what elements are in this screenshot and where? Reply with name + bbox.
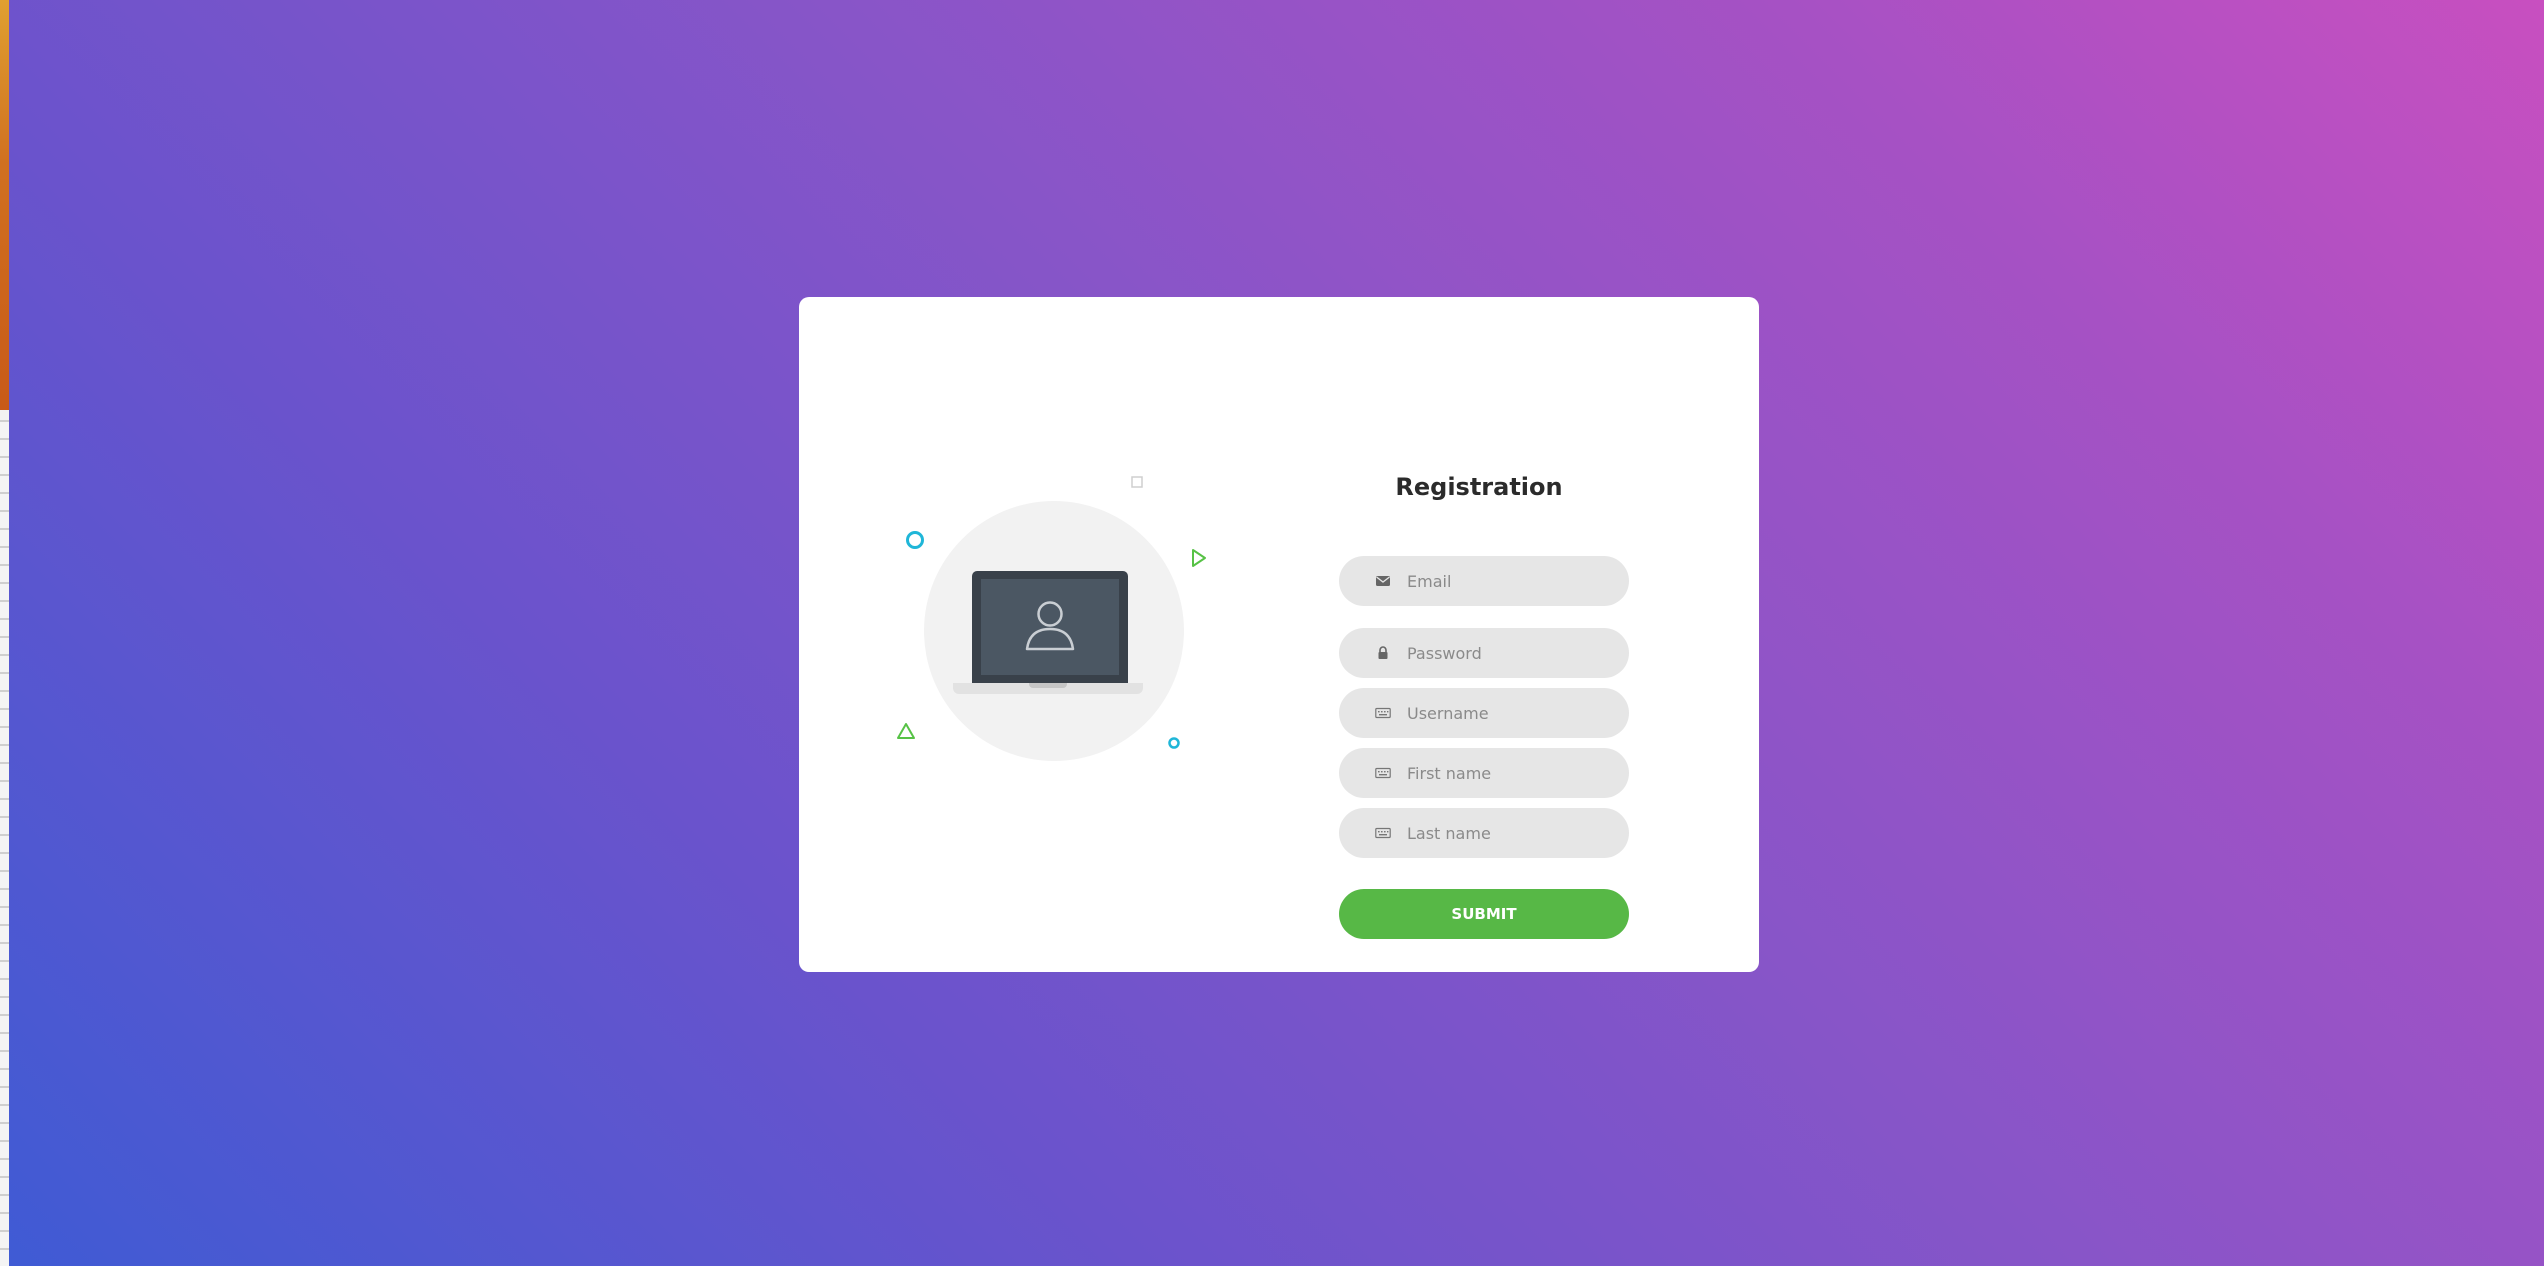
keyboard-icon (1375, 707, 1391, 719)
laptop-notch (1029, 683, 1067, 688)
background-window-edge-top (0, 0, 9, 410)
background-window-edge (0, 0, 9, 1266)
keyboard-icon (1375, 827, 1391, 839)
circle-deco-icon (906, 531, 924, 549)
lock-icon (1378, 646, 1388, 659)
square-deco-icon (1131, 476, 1143, 488)
password-input[interactable] (1407, 628, 1607, 678)
password-field[interactable] (1339, 628, 1629, 678)
first-name-field[interactable] (1339, 748, 1629, 798)
triangle-deco-icon (897, 723, 915, 739)
play-triangle-deco-icon (1192, 549, 1206, 567)
first-name-input[interactable] (1407, 748, 1607, 798)
laptop-icon (972, 571, 1128, 683)
email-field[interactable] (1339, 556, 1629, 606)
username-field[interactable] (1339, 688, 1629, 738)
user-icon (1025, 601, 1075, 651)
last-name-field[interactable] (1339, 808, 1629, 858)
username-input[interactable] (1407, 688, 1607, 738)
small-circle-deco-icon (1168, 737, 1180, 749)
email-input[interactable] (1407, 556, 1607, 606)
envelope-icon (1376, 576, 1390, 586)
registration-card: Registration Email Username First name L… (799, 297, 1759, 972)
submit-button[interactable]: SUBMIT (1339, 889, 1629, 939)
last-name-input[interactable] (1407, 808, 1607, 858)
form-title: Registration (1395, 473, 1563, 501)
laptop-screen (981, 579, 1119, 675)
keyboard-icon (1375, 767, 1391, 779)
background-window-edge-content (0, 420, 9, 1266)
